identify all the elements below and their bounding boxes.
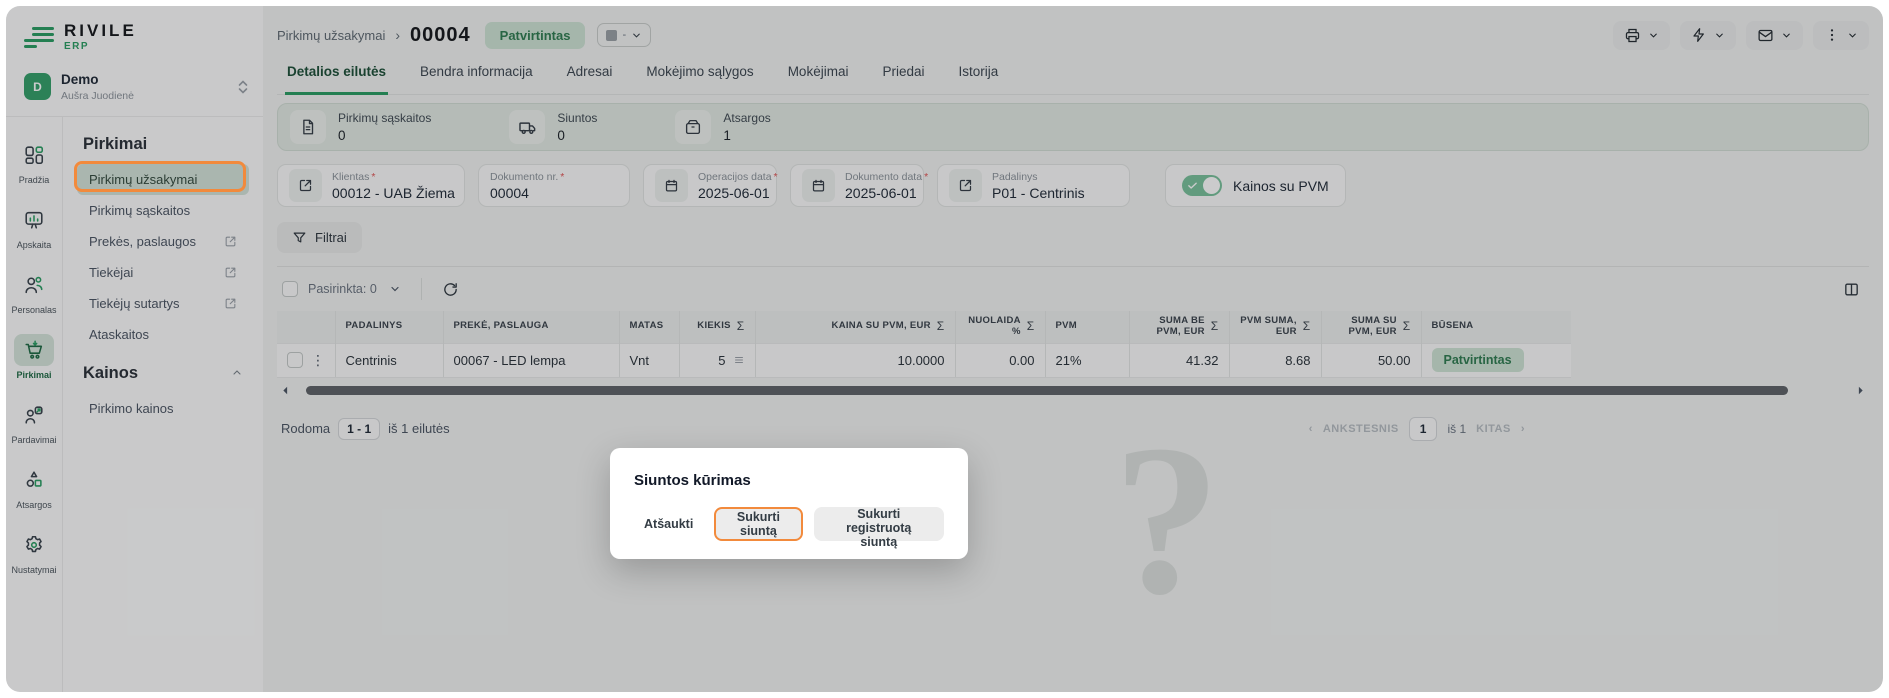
modal-backdrop[interactable]: [6, 6, 1883, 692]
create-shipment-button[interactable]: Sukurti siuntą: [714, 507, 802, 541]
modal-title: Siuntos kūrimas: [634, 472, 944, 489]
siuntos-kurimas-modal: Siuntos kūrimas Atšaukti Sukurti siuntą …: [610, 448, 968, 559]
app-window: RIVILE ERP D Demo Aušra Juodienė Pradžia: [6, 6, 1883, 692]
create-registered-shipment-button[interactable]: Sukurti registruotą siuntą: [814, 507, 945, 541]
cancel-button[interactable]: Atšaukti: [634, 507, 703, 541]
